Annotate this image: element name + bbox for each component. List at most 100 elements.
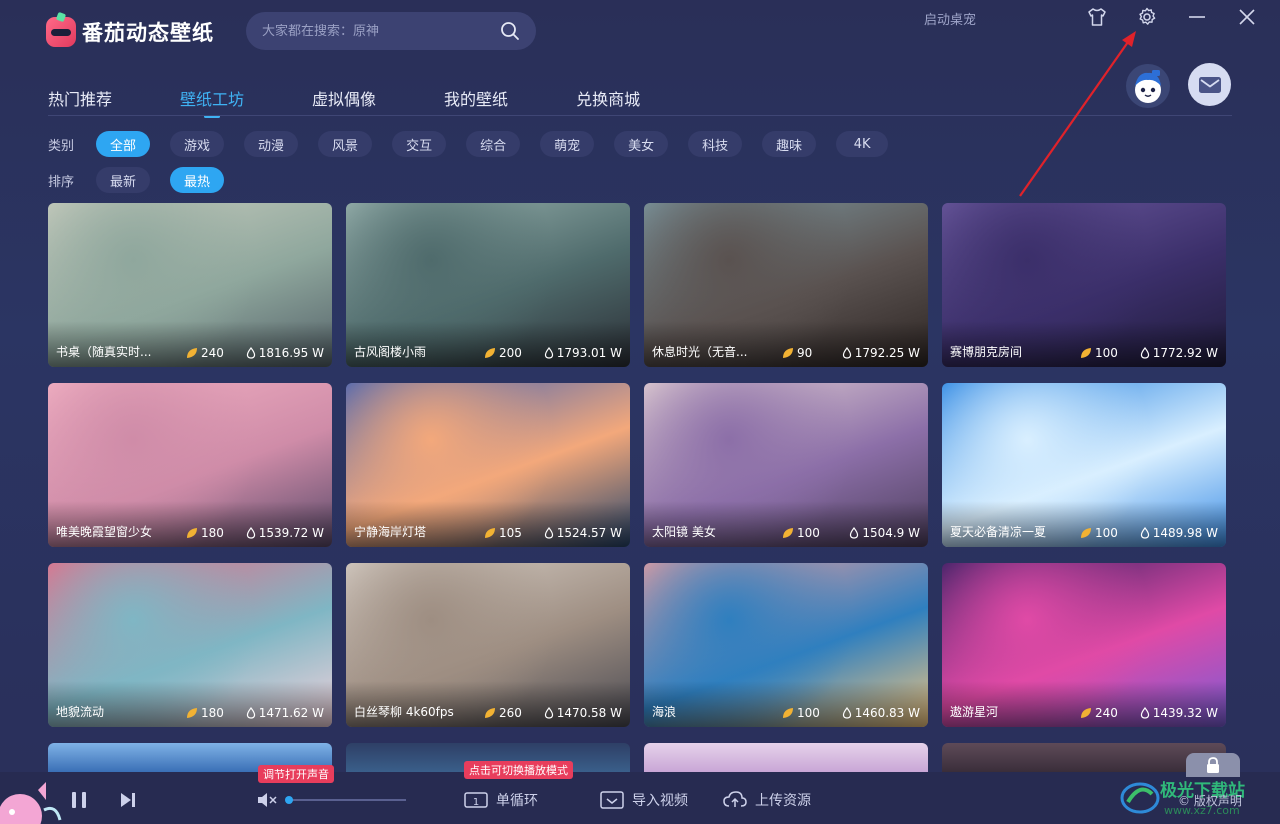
app-logo: 番茄动态壁纸 bbox=[46, 17, 214, 47]
flame-views-icon bbox=[246, 527, 255, 539]
lock-button[interactable] bbox=[1186, 753, 1240, 777]
loop-mode-button[interactable]: 1 单循环 bbox=[464, 790, 538, 810]
category-scenery[interactable]: 风景 bbox=[318, 131, 373, 157]
category-anime[interactable]: 动漫 bbox=[244, 131, 299, 157]
wallpaper-likes-count: 105 bbox=[499, 526, 522, 540]
import-video-button[interactable]: 导入视频 bbox=[600, 790, 688, 810]
wallpaper-views: 1772.92 W bbox=[1140, 346, 1218, 360]
category-pets[interactable]: 萌宠 bbox=[540, 131, 595, 157]
app-name: 番茄动态壁纸 bbox=[82, 21, 214, 45]
title-bar: 番茄动态壁纸 启动桌宠 bbox=[0, 0, 1280, 64]
wallpaper-views-count: 1816.95 W bbox=[258, 346, 324, 360]
loop-mode-label: 单循环 bbox=[496, 793, 538, 809]
wallpaper-likes-count: 180 bbox=[201, 526, 224, 540]
leaf-like-icon bbox=[187, 528, 197, 538]
next-track-icon[interactable] bbox=[120, 792, 136, 808]
close-icon[interactable] bbox=[1236, 6, 1258, 28]
category-4k[interactable]: 4K bbox=[836, 131, 889, 157]
wallpaper-card[interactable]: 遨游星河 240 1439.32 W bbox=[942, 563, 1226, 727]
tab-my-wallpapers[interactable]: 我的壁纸 bbox=[444, 86, 508, 110]
sort-newest[interactable]: 最新 bbox=[96, 167, 151, 193]
wallpaper-likes: 180 bbox=[186, 526, 224, 540]
wallpaper-card[interactable]: 赛博朋克房间 100 1772.92 W bbox=[942, 203, 1226, 367]
flame-views-icon bbox=[246, 707, 255, 719]
wallpaper-card-partial[interactable] bbox=[644, 743, 928, 772]
category-interactive[interactable]: 交互 bbox=[392, 131, 447, 157]
flame-views-icon bbox=[850, 527, 859, 539]
tshirt-skin-icon[interactable] bbox=[1086, 6, 1108, 28]
sort-hottest[interactable]: 最热 bbox=[170, 167, 225, 193]
wallpaper-views-count: 1539.72 W bbox=[258, 526, 324, 540]
mail-icon bbox=[1198, 76, 1221, 93]
wallpaper-card[interactable]: 宁静海岸灯塔 105 1524.57 W bbox=[346, 383, 630, 547]
user-avatar[interactable] bbox=[1126, 64, 1170, 108]
lock-icon bbox=[1207, 757, 1219, 773]
wallpaper-likes: 180 bbox=[186, 706, 224, 720]
leaf-like-icon bbox=[1081, 528, 1091, 538]
wallpaper-likes-count: 180 bbox=[201, 706, 224, 720]
wallpaper-views-count: 1792.25 W bbox=[854, 346, 920, 360]
flame-views-icon bbox=[544, 527, 553, 539]
category-game[interactable]: 游戏 bbox=[170, 131, 225, 157]
volume-slider[interactable] bbox=[285, 796, 406, 804]
leaf-like-icon bbox=[187, 708, 197, 718]
wallpaper-card[interactable]: 古风阁楼小雨 200 1793.01 W bbox=[346, 203, 630, 367]
upload-resource-button[interactable]: 上传资源 bbox=[723, 790, 811, 810]
settings-gear-icon[interactable] bbox=[1136, 6, 1158, 28]
flame-views-icon bbox=[842, 707, 851, 719]
tab-virtual-idol[interactable]: 虚拟偶像 bbox=[312, 86, 376, 110]
wallpaper-views-count: 1524.57 W bbox=[556, 526, 622, 540]
tab-store[interactable]: 兑换商城 bbox=[576, 86, 640, 110]
category-tech[interactable]: 科技 bbox=[688, 131, 743, 157]
wallpaper-likes-count: 90 bbox=[797, 346, 813, 360]
wallpaper-card[interactable]: 地貌流动 180 1471.62 W bbox=[48, 563, 332, 727]
wallpaper-likes: 260 bbox=[484, 706, 522, 720]
tomato-logo-icon bbox=[46, 17, 76, 47]
wallpaper-card[interactable]: 夏天必备清凉一夏 100 1489.98 W bbox=[942, 383, 1226, 547]
mascot-avatar-icon bbox=[1135, 70, 1161, 103]
category-mixed[interactable]: 综合 bbox=[466, 131, 521, 157]
wallpaper-title: 太阳镜 美女 bbox=[652, 525, 716, 539]
category-label: 类别 bbox=[48, 138, 75, 154]
category-beauty[interactable]: 美女 bbox=[614, 131, 669, 157]
wallpaper-card[interactable]: 白丝琴柳 4k60fps 260 1470.58 W bbox=[346, 563, 630, 727]
wallpaper-views-count: 1470.58 W bbox=[556, 706, 622, 720]
flame-views-icon bbox=[246, 347, 255, 359]
tab-hot[interactable]: 热门推荐 bbox=[48, 86, 112, 110]
wallpaper-card-partial[interactable] bbox=[942, 743, 1226, 772]
wallpaper-likes-count: 240 bbox=[1095, 706, 1118, 720]
wallpaper-card[interactable]: 休息时光（无音... 90 1792.25 W bbox=[644, 203, 928, 367]
wallpaper-card[interactable]: 书桌（随真实时... 240 1816.95 W bbox=[48, 203, 332, 367]
wallpaper-card[interactable]: 太阳镜 美女 100 1504.9 W bbox=[644, 383, 928, 547]
wallpaper-title: 赛博朋克房间 bbox=[950, 345, 1023, 359]
search-box[interactable] bbox=[246, 12, 536, 50]
wallpaper-views-count: 1793.01 W bbox=[556, 346, 622, 360]
wallpaper-title: 海浪 bbox=[652, 705, 677, 719]
mascot-corner-icon bbox=[0, 782, 62, 824]
copyright-link[interactable]: © 版权声明 bbox=[1178, 792, 1242, 809]
wallpaper-card[interactable]: 海浪 100 1460.83 W bbox=[644, 563, 928, 727]
pause-icon[interactable] bbox=[70, 792, 90, 808]
category-fun[interactable]: 趣味 bbox=[762, 131, 817, 157]
flame-views-icon bbox=[1140, 347, 1149, 359]
tab-workshop[interactable]: 壁纸工坊 bbox=[180, 86, 244, 110]
wallpaper-likes: 240 bbox=[186, 346, 224, 360]
message-button[interactable] bbox=[1188, 63, 1231, 106]
leaf-like-icon bbox=[485, 348, 495, 358]
launch-desktop-pet-button[interactable]: 启动桌宠 bbox=[924, 9, 976, 28]
search-icon[interactable] bbox=[500, 21, 520, 41]
leaf-like-icon bbox=[783, 708, 793, 718]
wallpaper-title: 唯美晚霞望窗少女 bbox=[56, 525, 153, 539]
single-loop-icon: 1 bbox=[464, 792, 488, 808]
mute-volume-icon[interactable] bbox=[257, 792, 279, 808]
search-input[interactable] bbox=[262, 23, 500, 39]
minimize-icon[interactable] bbox=[1186, 6, 1208, 28]
category-all[interactable]: 全部 bbox=[96, 131, 151, 157]
wallpaper-card[interactable]: 唯美晚霞望窗少女 180 1539.72 W bbox=[48, 383, 332, 547]
wallpaper-views: 1470.58 W bbox=[544, 706, 622, 720]
wallpaper-title: 遨游星河 bbox=[950, 705, 999, 719]
wallpaper-likes-count: 260 bbox=[499, 706, 522, 720]
wallpaper-views: 1460.83 W bbox=[842, 706, 920, 720]
wallpaper-views: 1439.32 W bbox=[1140, 706, 1218, 720]
wallpaper-title: 休息时光（无音... bbox=[652, 345, 748, 359]
